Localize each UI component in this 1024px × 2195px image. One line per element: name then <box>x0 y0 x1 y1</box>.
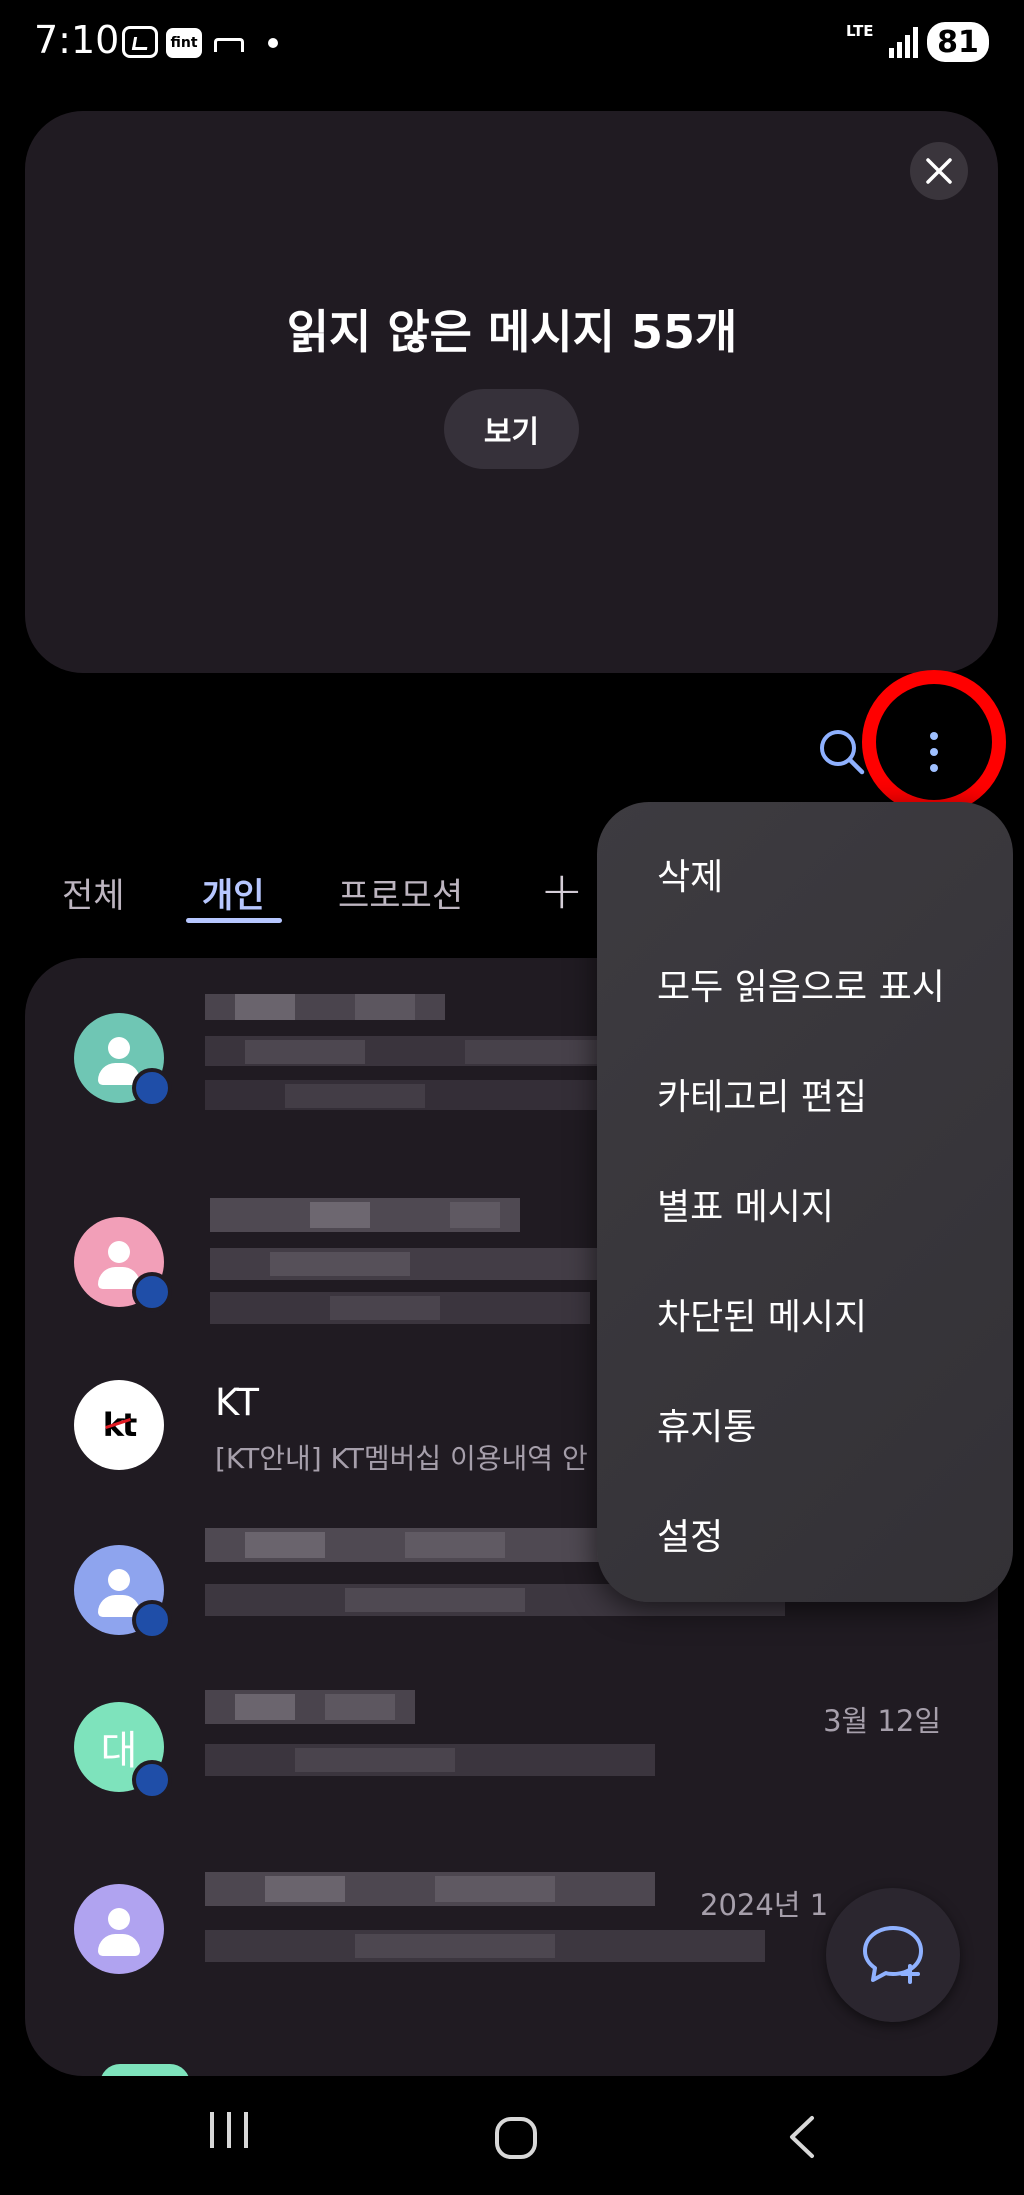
rcs-badge-icon <box>132 1760 172 1800</box>
battery-indicator: 81 <box>927 22 989 62</box>
tab-all[interactable]: 전체 <box>62 868 125 917</box>
redacted-content <box>205 1872 785 1982</box>
active-tab-indicator <box>186 918 282 923</box>
highlight-annotation-ring <box>862 670 1006 814</box>
menu-item-starred-messages[interactable]: 별표 메시지 <box>657 1178 834 1230</box>
recent-apps-icon[interactable] <box>206 2110 252 2150</box>
menu-item-mark-all-read[interactable]: 모두 읽음으로 표시 <box>657 958 945 1010</box>
contact-avatar <box>100 2064 190 2076</box>
new-message-button[interactable] <box>826 1888 960 2022</box>
more-notifications-dot-icon <box>268 38 278 48</box>
close-banner-button[interactable] <box>910 142 968 200</box>
rcs-badge-icon <box>132 1272 172 1312</box>
list-item[interactable]: 대 3월 12일 <box>25 1678 998 1848</box>
unread-count-title: 읽지 않은 메시지 55개 <box>286 305 738 359</box>
view-unread-button[interactable]: 보기 <box>444 389 579 469</box>
menu-item-blocked-messages[interactable]: 차단된 메시지 <box>657 1288 867 1340</box>
screenshot-notification-icon <box>122 26 158 58</box>
network-type-label: LTE <box>846 22 874 40</box>
kt-logo: kt <box>102 1406 138 1444</box>
contact-avatar <box>74 1884 164 1974</box>
message-notification-icon <box>214 38 244 52</box>
menu-item-delete[interactable]: 삭제 <box>657 848 723 900</box>
tab-promotion[interactable]: 프로모션 <box>338 868 463 917</box>
conversation-preview: [KT안내] KT멤버십 이용내역 안 <box>215 1442 588 1475</box>
redacted-content <box>210 1198 610 1338</box>
menu-item-settings[interactable]: 설정 <box>657 1508 723 1560</box>
overflow-menu: 삭제 모두 읽음으로 표시 카테고리 편집 별표 메시지 차단된 메시지 휴지통… <box>597 802 1013 1602</box>
rcs-badge-icon <box>132 1068 172 1108</box>
new-chat-icon <box>863 1926 923 1984</box>
back-icon[interactable] <box>786 2114 818 2160</box>
status-time: 7:10 <box>34 18 120 62</box>
contact-avatar: kt <box>74 1380 164 1470</box>
redacted-content <box>205 1690 655 1800</box>
conversation-title: KT <box>215 1381 259 1424</box>
menu-item-trash[interactable]: 휴지통 <box>657 1398 756 1450</box>
home-icon[interactable] <box>494 2116 538 2160</box>
fint-app-icon: fint <box>166 28 202 58</box>
close-icon <box>926 158 952 184</box>
tab-personal[interactable]: 개인 <box>202 868 265 917</box>
search-icon[interactable] <box>816 726 868 778</box>
conversation-date: 3월 12일 <box>823 1704 941 1738</box>
rcs-badge-icon <box>132 1600 172 1640</box>
add-category-button[interactable]: + <box>540 865 584 917</box>
conversation-date: 2024년 1 <box>700 1888 829 1922</box>
signal-strength-icon <box>889 27 918 58</box>
menu-item-edit-categories[interactable]: 카테고리 편집 <box>657 1068 867 1120</box>
